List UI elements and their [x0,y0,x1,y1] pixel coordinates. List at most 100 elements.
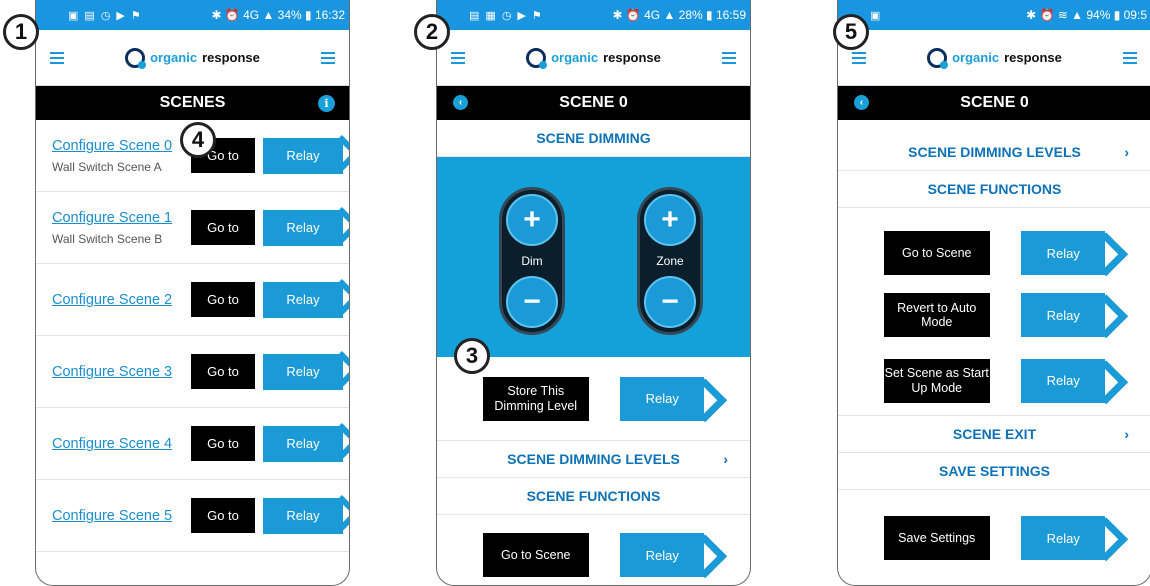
section-dimming-levels[interactable]: SCENE DIMMING LEVELS › [437,441,750,478]
scene-text: Configure Scene 4 [52,436,191,452]
dim-minus-button[interactable]: − [506,276,558,328]
relay-button[interactable]: Relay [620,533,705,577]
dim-control: + Dim − [499,187,565,335]
relay-button[interactable]: Relay [263,353,343,390]
start-up-mode-button[interactable]: Set Scene as Start Up Mode [883,358,990,403]
dim-label: Dim [521,254,543,268]
scene-text: Configure Scene 1 Wall Switch Scene B [52,210,191,246]
go-to-scene-button[interactable]: Go to Scene [482,533,589,577]
scene-subtitle: Wall Switch Scene A [52,159,162,174]
configure-scene-link[interactable]: Configure Scene 5 [52,508,191,524]
phone-scene-dimming: ▤ ▦ ◷ ▶ ⚑ ✱ ⏰ 4G ▲ 28% ▮ 16:59 organic respon… [436,0,751,586]
go-to-button[interactable]: Go to [191,210,255,245]
store-dimming-button[interactable]: Store This Dimming Level [482,376,589,421]
section-label: SCENE DIMMING LEVELS [908,144,1081,160]
relay-button[interactable]: Relay [263,281,343,318]
chevron-right-icon: › [1124,426,1129,442]
back-icon[interactable]: ‹ [453,95,468,110]
phone-scene-functions: ▣ ✱ ⏰ ≋ ▲ 94% ▮ 09:5 organic response ‹ SC… [837,0,1150,586]
menu-icon[interactable] [852,51,866,64]
go-to-scene-button[interactable]: Go to Scene [883,231,990,275]
brand-part: response [202,50,260,65]
status-bar: ▣ ✱ ⏰ ≋ ▲ 94% ▮ 09:5 [838,0,1150,30]
relay-button[interactable]: Relay [1021,516,1106,560]
goto-scene-row: Go to Scene Relay [437,515,750,585]
page-title: ‹ SCENE 0 [838,86,1150,120]
brand-logo: organic response [465,47,722,69]
scene-text: Configure Scene 2 [52,292,191,308]
relay-button[interactable]: Relay [1021,231,1106,275]
section-dimming-levels[interactable]: SCENE DIMMING LEVELS › [838,134,1150,171]
page-title-text: SCENE 0 [559,94,628,111]
scene-text: Configure Scene 5 [52,508,191,524]
status-bar: ▣ ▤ ◷ ▶ ⚑ ✱ ⏰ 4G ▲ 34% ▮ 16:32 [36,0,349,30]
step-badge-2: 2 [414,14,450,50]
menu-icon-right[interactable] [1123,51,1137,64]
app-bar: organic response [838,30,1150,86]
go-to-button[interactable]: Go to [191,498,255,533]
save-row: Save Settings Relay [838,490,1150,585]
section-scene-functions: SCENE FUNCTIONS [838,171,1150,208]
menu-icon-right[interactable] [722,51,736,64]
store-row: Store This Dimming Level Relay [437,357,750,441]
page-title-text: SCENE 0 [960,94,1029,111]
chevron-right-icon: › [723,451,728,467]
go-to-button[interactable]: Go to [191,426,255,461]
scene-text: Configure Scene 0 Wall Switch Scene A [52,138,191,174]
scene-row: Configure Scene 5 Go to Relay [36,480,349,552]
zone-control: + Zone − [637,187,703,335]
section-label: SCENE EXIT [952,426,1037,442]
back-icon[interactable]: ‹ [854,95,869,110]
step-badge-1: 1 [3,14,39,50]
scene-row: Configure Scene 1 Wall Switch Scene B Go… [36,192,349,264]
section-scene-exit[interactable]: SCENE EXIT › [838,416,1150,453]
brand-part: organic [952,50,1000,65]
brand-part: organic [150,50,198,65]
status-icons-left: ▤ ▦ ◷ ▶ ⚑ [469,9,542,22]
configure-scene-link[interactable]: Configure Scene 4 [52,436,191,452]
scene-subtitle: Wall Switch Scene B [52,231,163,246]
brand-part: response [603,50,661,65]
section-scene-functions: SCENE FUNCTIONS [437,478,750,515]
step-badge-4: 4 [180,122,216,158]
step-badge-5: 5 [833,14,869,50]
page-title-text: SCENES [159,94,226,111]
brand-part: organic [551,50,599,65]
configure-scene-link[interactable]: Configure Scene 1 [52,210,191,226]
configure-scene-link[interactable]: Configure Scene 3 [52,364,191,380]
zone-minus-button[interactable]: − [644,276,696,328]
phone-scenes: ▣ ▤ ◷ ▶ ⚑ ✱ ⏰ 4G ▲ 34% ▮ 16:32 organic respon… [35,0,350,586]
startup-row: Set Scene as Start Up Mode Relay [838,346,1150,416]
app-bar: organic response [36,30,349,86]
relay-button[interactable]: Relay [263,497,343,534]
configure-scene-link[interactable]: Configure Scene 0 [52,138,191,154]
status-right: ✱ ⏰ 4G ▲ 28% ▮ 16:59 [612,8,746,22]
status-right: ✱ ⏰ 4G ▲ 34% ▮ 16:32 [211,8,345,22]
menu-icon[interactable] [50,51,64,64]
chevron-right-icon: › [1124,144,1129,160]
menu-icon-right[interactable] [321,51,335,64]
brand-logo: organic response [64,47,321,69]
section-save-settings: SAVE SETTINGS [838,453,1150,490]
brand-part: response [1004,50,1062,65]
brand-logo: organic response [866,47,1123,69]
relay-button[interactable]: Relay [1021,293,1106,337]
dim-plus-button[interactable]: + [506,194,558,246]
logo-icon [927,47,949,69]
go-to-button[interactable]: Go to [191,354,255,389]
relay-button[interactable]: Relay [620,376,705,421]
save-settings-button[interactable]: Save Settings [883,516,990,560]
relay-button[interactable]: Relay [1021,358,1106,403]
go-to-button[interactable]: Go to [191,282,255,317]
page-title: SCENES i [36,86,349,120]
menu-icon[interactable] [451,51,465,64]
revert-auto-button[interactable]: Revert to Auto Mode [883,293,990,337]
info-icon[interactable]: i [318,95,335,112]
section-scene-dimming: SCENE DIMMING [437,120,750,157]
zone-plus-button[interactable]: + [644,194,696,246]
status-right: ✱ ⏰ ≋ ▲ 94% ▮ 09:5 [1026,8,1147,22]
relay-button[interactable]: Relay [263,137,343,174]
configure-scene-link[interactable]: Configure Scene 2 [52,292,191,308]
relay-button[interactable]: Relay [263,425,343,462]
relay-button[interactable]: Relay [263,209,343,246]
